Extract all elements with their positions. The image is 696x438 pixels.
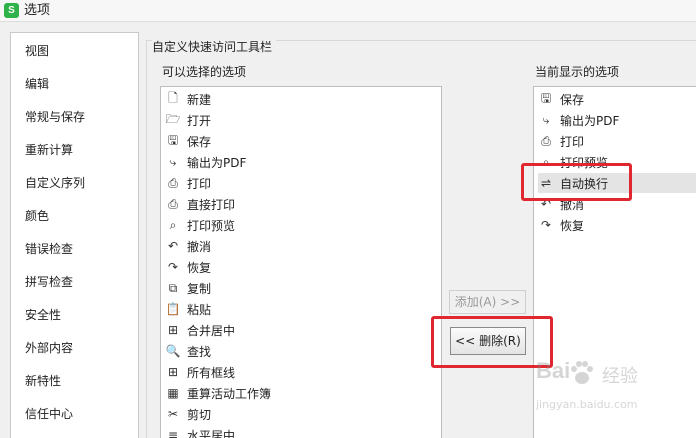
align-center-icon: ≡ xyxy=(167,428,179,438)
list-item-label: 直接打印 xyxy=(187,197,236,212)
category-item[interactable]: 新特性 xyxy=(25,373,61,389)
direct-print-icon: ⎙ xyxy=(168,196,178,211)
list-item[interactable]: ⤷ 输出为PDF xyxy=(538,110,696,130)
watermark-url: jingyan.baidu.com xyxy=(536,398,638,411)
save-icon: 🖫 xyxy=(167,132,179,147)
list-item-label: 打开 xyxy=(187,113,212,128)
redo-icon: ↷ xyxy=(167,260,179,274)
window-title: 选项 xyxy=(24,3,51,18)
list-item[interactable]: ⊞ 合并居中 xyxy=(165,320,235,340)
list-item[interactable]: ▦ 重算活动工作簿 xyxy=(165,383,271,403)
list-item-label: 撤消 xyxy=(187,239,212,254)
copy-icon: ⧉ xyxy=(168,280,178,295)
list-item[interactable]: ⧉ 复制 xyxy=(165,278,211,298)
export-pdf-icon: ⤷ xyxy=(169,154,177,169)
list-item-label: 输出为PDF xyxy=(187,155,247,170)
list-item[interactable]: ⎙ 打印 xyxy=(538,131,696,151)
highlight-box-remove-button xyxy=(431,316,553,368)
new-doc-icon: 🗋 xyxy=(168,90,178,105)
all-borders-icon: ⊞ xyxy=(167,365,179,379)
list-item[interactable]: 🗁 打开 xyxy=(165,110,211,130)
print-preview-icon: ⌕ xyxy=(169,217,177,232)
category-item[interactable]: 信任中心 xyxy=(25,406,73,422)
print-icon: ⎙ xyxy=(541,133,551,148)
wps-logo-icon: S xyxy=(4,3,19,18)
list-item-label: 重算活动工作簿 xyxy=(187,386,272,401)
list-item-label: 打印 xyxy=(187,176,212,191)
category-item[interactable]: 自定义序列 xyxy=(25,175,85,191)
highlight-box-wrap-text xyxy=(521,163,632,201)
list-item[interactable]: ⤷ 输出为PDF xyxy=(165,152,247,172)
find-icon: 🔍 xyxy=(165,344,181,358)
category-item[interactable]: 视图 xyxy=(25,43,49,59)
category-item[interactable]: 编辑 xyxy=(25,76,49,92)
list-item-label: 剪切 xyxy=(187,407,212,422)
list-item[interactable]: 🗋 新建 xyxy=(165,89,211,109)
list-item[interactable]: 📋 粘贴 xyxy=(165,299,212,319)
list-item-label: 打印预览 xyxy=(187,218,236,233)
list-item-label: 输出为PDF xyxy=(560,113,620,128)
list-item[interactable]: ✂ 剪切 xyxy=(165,404,211,424)
undo-icon: ↶ xyxy=(167,239,179,253)
list-item-label: 打印 xyxy=(560,134,585,149)
list-item[interactable]: ↶ 撤消 xyxy=(165,236,211,256)
list-item[interactable]: 🖫 保存 xyxy=(538,89,696,109)
list-item[interactable]: ⎙ 直接打印 xyxy=(165,194,235,214)
list-item[interactable]: ≡ 水平居中 xyxy=(165,425,235,438)
list-item[interactable]: ⎙ 打印 xyxy=(165,173,211,193)
list-item-label: 保存 xyxy=(560,92,585,107)
list-item[interactable]: ↷ 恢复 xyxy=(165,257,211,277)
list-item-label: 恢复 xyxy=(187,260,212,275)
save-icon: 🖫 xyxy=(540,90,552,105)
paste-icon: 📋 xyxy=(165,302,181,316)
list-item-label: 粘贴 xyxy=(187,302,212,317)
list-item-label: 复制 xyxy=(187,281,212,296)
paw-logo-icon xyxy=(571,361,593,384)
watermark-brand: Bai xyxy=(536,358,571,383)
list-item[interactable]: ⊞ 所有框线 xyxy=(165,362,235,382)
list-item-label: 查找 xyxy=(187,344,212,359)
cut-icon: ✂ xyxy=(167,407,179,421)
baidu-watermark: Bai 经验 jingyan.baidu.com xyxy=(536,358,666,418)
watermark-suffix: 经验 xyxy=(602,366,638,387)
list-item[interactable]: 🔍 查找 xyxy=(165,341,212,361)
list-item-label: 合并居中 xyxy=(187,323,236,338)
merge-center-icon: ⊞ xyxy=(167,323,179,337)
title-bar: S 选项 xyxy=(0,0,696,22)
list-item[interactable]: 🖫 保存 xyxy=(165,131,211,151)
category-item[interactable]: 拼写检查 xyxy=(25,274,73,290)
export-pdf-icon: ⤷ xyxy=(542,112,550,127)
available-options-label: 可以选择的选项 xyxy=(162,65,247,79)
group-title: 自定义快速访问工具栏 xyxy=(152,40,277,54)
list-item[interactable]: ↷ 恢复 xyxy=(538,215,696,235)
category-item[interactable]: 常规与保存 xyxy=(25,109,85,125)
add-button[interactable]: 添加(A) >> xyxy=(449,290,526,314)
list-item[interactable]: ⌕ 打印预览 xyxy=(165,215,235,235)
category-item[interactable]: 外部内容 xyxy=(25,340,73,356)
available-options-list[interactable]: 🗋 新建 🗁 打开 🖫 保存 ⤷ 输出为PDF ⎙ 打印 ⎙ 直接打印 ⌕ 打印预览 ↶ 撤消 ↷ 恢复 ⧉ 复制 📋 粘… xyxy=(160,86,442,438)
list-item-label: 水平居中 xyxy=(187,428,236,438)
category-item[interactable]: 颜色 xyxy=(25,208,49,224)
list-item-label: 恢复 xyxy=(560,218,585,233)
category-item[interactable]: 重新计算 xyxy=(25,142,73,158)
category-item[interactable]: 安全性 xyxy=(25,307,61,323)
open-folder-icon: 🗁 xyxy=(165,111,181,126)
category-item[interactable]: 错误检查 xyxy=(25,241,73,257)
options-category-list: 视图编辑常规与保存重新计算自定义序列颜色错误检查拼写检查安全性外部内容新特性信任… xyxy=(10,32,139,438)
current-options-label: 当前显示的选项 xyxy=(535,65,620,79)
recalc-icon: ▦ xyxy=(167,386,179,400)
list-item-label: 所有框线 xyxy=(187,365,236,380)
list-item-label: 新建 xyxy=(187,92,212,107)
list-item-label: 保存 xyxy=(187,134,212,149)
redo-icon: ↷ xyxy=(540,218,552,232)
print-icon: ⎙ xyxy=(168,175,178,190)
